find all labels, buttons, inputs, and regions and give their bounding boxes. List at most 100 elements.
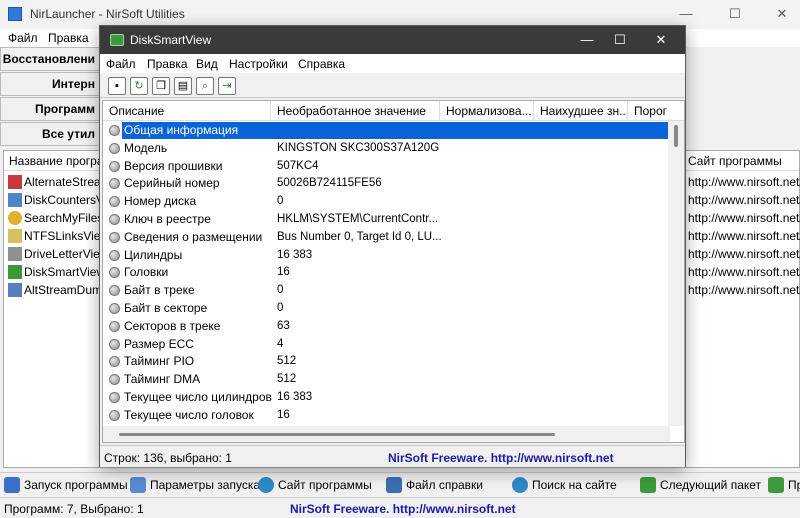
attribute-bullet-icon — [109, 214, 120, 225]
attribute-bullet-icon — [109, 303, 120, 314]
table-row[interactable]: Ключ в реестре HKLM\SYSTEM\CurrentContr..… — [103, 211, 668, 229]
cell-raw-value: 512 — [277, 355, 297, 368]
menu-file[interactable]: Файл — [106, 57, 136, 71]
disksmartview-toolbar: ▪ ↻ ❐ ▤ ⌕ ⇥ — [100, 74, 685, 98]
menu-view[interactable]: Вид — [196, 57, 218, 71]
cell-description: Версия прошивки — [124, 158, 223, 173]
column-header-description[interactable]: Описание — [103, 101, 271, 121]
cell-description: Байт в секторе — [124, 301, 208, 315]
nirlauncher-title-bar[interactable]: NirLauncher - NirSoft Utilities — ☐ ✕ — [0, 0, 800, 28]
attribute-bullet-icon — [109, 409, 120, 421]
column-header-threshold[interactable]: Порог — [628, 101, 684, 121]
program-icon — [8, 229, 22, 243]
column-header-website[interactable]: Сайт программы — [688, 154, 782, 168]
menu-settings[interactable]: Настройки — [229, 57, 288, 71]
column-header-name[interactable]: Название програ — [9, 154, 104, 168]
disksmartview-minimize-button[interactable]: — — [572, 30, 602, 50]
program-icon — [8, 175, 22, 189]
table-row[interactable]: Общая информация — [103, 122, 668, 140]
cell-description: Размер ECC — [124, 336, 194, 351]
disksmartview-maximize-button[interactable]: ☐ — [605, 30, 635, 50]
table-row[interactable]: Текущее число цилиндров 16 383 — [103, 389, 668, 407]
disksmartview-close-button[interactable]: ✕ — [646, 30, 676, 50]
attribute-bullet-icon — [109, 196, 120, 208]
copy-icon[interactable]: ❐ — [152, 77, 170, 95]
attribute-bullet-icon — [109, 356, 120, 368]
table-row[interactable]: Модель KINGSTON SKC300S37A120G — [103, 140, 668, 158]
attribute-bullet-icon — [109, 178, 120, 190]
table-row[interactable]: Байт в треке 0 — [103, 282, 668, 300]
nirlauncher-menu-edit[interactable]: Правка — [48, 31, 89, 45]
help-file-button[interactable]: Файл справки — [386, 476, 483, 494]
nirlauncher-app-icon — [8, 7, 22, 21]
run-icon — [4, 477, 20, 493]
smart-attributes-list[interactable]: Описание Необработанное значение Нормали… — [102, 100, 685, 443]
tab-recovery[interactable]: Восстановлени — [0, 47, 100, 71]
program-icon — [8, 265, 22, 279]
column-header-raw-value[interactable]: Необработанное значение — [271, 101, 440, 121]
table-row[interactable]: Секторов в треке 63 — [103, 318, 668, 336]
table-row[interactable]: Номер диска 0 — [103, 193, 668, 211]
table-row[interactable]: Головки 16 — [103, 264, 668, 282]
save-icon[interactable]: ▪ — [108, 77, 126, 95]
nirlauncher-minimize-button[interactable]: — — [674, 4, 698, 24]
table-row[interactable]: Байт в секторе 0 — [103, 300, 668, 318]
nirlauncher-close-button[interactable]: ✕ — [770, 4, 794, 24]
nirlauncher-status-bar: Программ: 7, Выбрано: 1 NirSoft Freeware… — [0, 497, 800, 518]
attribute-bullet-icon — [109, 320, 120, 332]
column-header-worst[interactable]: Наихудшее зн... — [534, 101, 628, 121]
help-icon — [386, 477, 402, 493]
cell-description: Тайминг DMA — [124, 372, 201, 387]
params-icon — [130, 477, 146, 493]
disksmartview-menu-bar: Файл Правка Вид Настройки Справка — [100, 54, 685, 73]
table-row[interactable]: Текущее число головок 16 — [103, 407, 668, 425]
attribute-bullet-icon — [109, 125, 120, 136]
table-row[interactable]: Серийный номер 50026B724115FE56 — [103, 175, 668, 193]
tab-internet[interactable]: Интерн — [0, 72, 100, 96]
cell-raw-value: HKLM\SYSTEM\CurrentContr... — [277, 213, 439, 225]
exit-icon[interactable]: ⇥ — [218, 77, 236, 95]
nirlauncher-menu-file[interactable]: Файл — [8, 31, 38, 45]
disksmartview-nirsoft-link[interactable]: NirSoft Freeware. http://www.nirsoft.net — [388, 451, 614, 465]
table-row[interactable]: Цилиндры 16 383 — [103, 247, 668, 265]
nirlauncher-nirsoft-link[interactable]: NirSoft Freeware. http://www.nirsoft.net — [290, 502, 516, 516]
program-website-button[interactable]: Сайт программы — [258, 476, 372, 494]
launch-params-button[interactable]: Параметры запуска — [130, 476, 260, 494]
refresh-icon[interactable]: ↻ — [130, 77, 148, 95]
vertical-scroll-thumb[interactable] — [674, 125, 678, 147]
cell-description: Тайминг PIO — [124, 354, 195, 369]
run-program-button[interactable]: Запуск программы — [4, 476, 128, 494]
tab-programs[interactable]: Программ — [0, 97, 100, 121]
horizontal-scroll-thumb[interactable] — [119, 433, 555, 436]
table-row[interactable]: Размер ECC 4 — [103, 336, 668, 354]
next-package-button[interactable]: Следующий пакет — [640, 476, 761, 494]
nirlauncher-maximize-button[interactable]: ☐ — [723, 4, 747, 24]
program-icon — [8, 193, 22, 207]
horizontal-scrollbar[interactable] — [103, 426, 670, 442]
smart-list-header: Описание Необработанное значение Нормали… — [103, 101, 684, 121]
cell-description: Текущее число цилиндров — [124, 390, 272, 404]
previous-package-button[interactable]: Пр — [768, 476, 800, 494]
menu-help[interactable]: Справка — [298, 57, 345, 71]
vertical-scrollbar[interactable] — [668, 121, 684, 426]
cell-raw-value: KINGSTON SKC300S37A120G — [277, 141, 440, 154]
properties-icon[interactable]: ▤ — [174, 77, 192, 95]
attribute-bullet-icon — [109, 392, 120, 403]
program-icon — [8, 211, 22, 225]
cell-raw-value: 512 — [277, 373, 297, 386]
disksmartview-title-bar[interactable]: DiskSmartView — ☐ ✕ — [100, 26, 685, 54]
table-row[interactable]: Тайминг PIO 512 — [103, 353, 668, 371]
search-website-button[interactable]: Поиск на сайте — [512, 476, 617, 494]
disksmartview-title: DiskSmartView — [130, 33, 212, 47]
tab-all-utilities[interactable]: Все утил — [0, 122, 100, 146]
menu-edit[interactable]: Правка — [147, 57, 188, 71]
find-icon[interactable]: ⌕ — [196, 77, 214, 95]
table-row[interactable]: Сведения о размещении Bus Number 0, Targe… — [103, 229, 668, 247]
attribute-bullet-icon — [109, 338, 120, 350]
cell-raw-value: Bus Number 0, Target Id 0, LU... — [277, 230, 442, 243]
table-row[interactable]: Версия прошивки 507KC4 — [103, 158, 668, 176]
table-row[interactable]: Тайминг DMA 512 — [103, 371, 668, 389]
disksmartview-window: DiskSmartView — ☐ ✕ Файл Правка Вид Наст… — [99, 25, 686, 467]
column-header-normalized[interactable]: Нормализова... — [440, 101, 534, 121]
cell-raw-value: 0 — [277, 302, 284, 314]
